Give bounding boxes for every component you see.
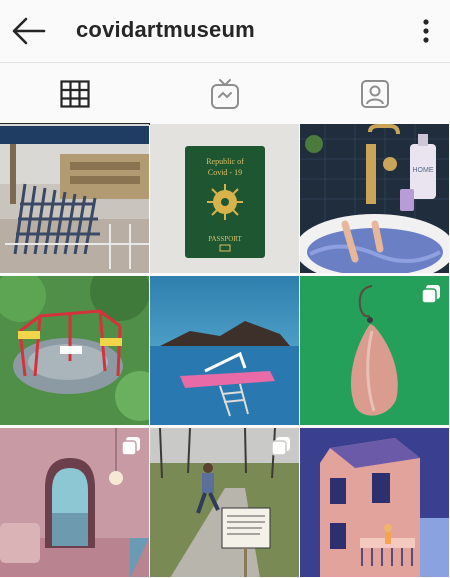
tv-icon [211, 79, 239, 109]
island-pool-image [150, 276, 299, 425]
tagged-person-icon [361, 80, 389, 108]
bottle-label: HOME [413, 167, 434, 174]
arrow-left-icon[interactable] [10, 14, 50, 48]
post-thumbnail[interactable] [300, 428, 449, 577]
post-thumbnail[interactable]: Republic of Covid - 19 PASSPORT [150, 124, 299, 273]
post-thumbnail[interactable] [150, 276, 299, 425]
post-thumbnail[interactable] [300, 276, 449, 425]
passport-text-bottom: PASSPORT [208, 235, 242, 243]
tab-igtv[interactable] [150, 63, 300, 125]
post-thumbnail[interactable] [150, 428, 299, 577]
chairs-image [0, 124, 149, 273]
passport-text-line2: Covid - 19 [208, 168, 242, 177]
carousel-image [0, 276, 149, 425]
posts-grid: Republic of Covid - 19 PASSPORT HOME [0, 124, 450, 578]
multiple-photos-icon [271, 437, 290, 456]
post-thumbnail[interactable]: HOME [300, 124, 449, 273]
grid-icon [60, 80, 90, 108]
building-image [300, 428, 449, 577]
passport-text-line1: Republic of [206, 157, 244, 166]
multiple-photos-icon [121, 437, 140, 456]
vertical-dots-icon[interactable] [414, 16, 438, 46]
post-thumbnail[interactable] [0, 428, 149, 577]
tab-tagged[interactable] [300, 63, 450, 125]
profile-tabs [0, 62, 450, 125]
bathtub-image: HOME [300, 124, 449, 273]
post-thumbnail[interactable] [0, 124, 149, 273]
multiple-photos-icon [421, 285, 440, 304]
post-thumbnail[interactable] [0, 276, 149, 425]
passport-image: Republic of Covid - 19 PASSPORT [150, 124, 299, 273]
profile-header: covidartmuseum [0, 0, 450, 62]
tab-grid[interactable] [0, 63, 150, 125]
profile-username: covidartmuseum [76, 17, 255, 42]
